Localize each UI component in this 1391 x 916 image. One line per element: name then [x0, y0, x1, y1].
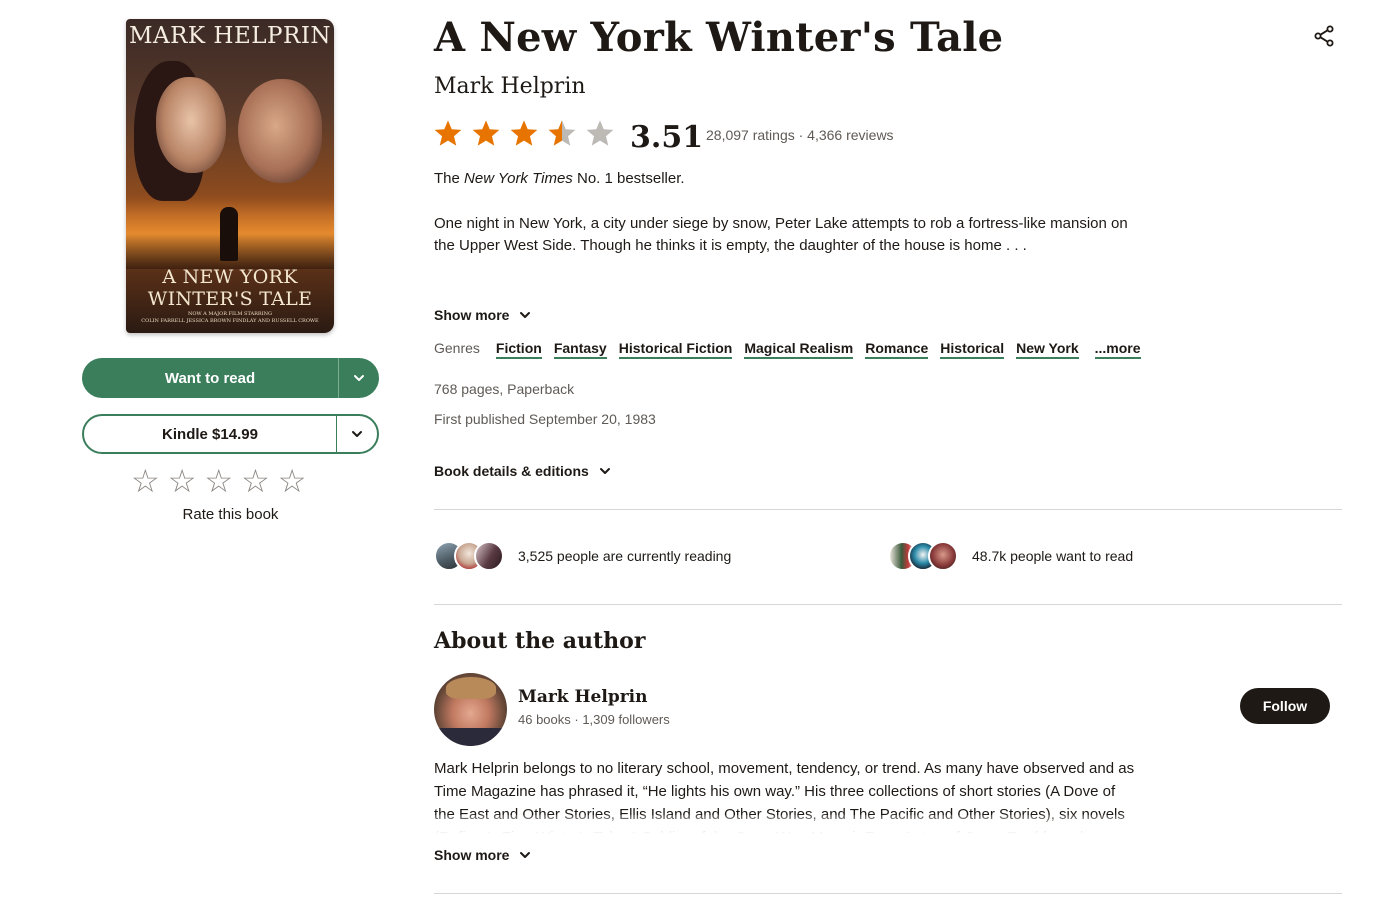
reader-avatars: [434, 541, 504, 571]
rate-this-book-stars: ☆ ☆ ☆ ☆ ☆: [131, 464, 306, 498]
author-avatar-hair: [446, 677, 496, 699]
rate-star-4[interactable]: ☆: [241, 464, 270, 498]
book-publication-date: First published September 20, 1983: [434, 411, 656, 427]
rate-star-3[interactable]: ☆: [204, 464, 233, 498]
section-divider: [434, 604, 1342, 605]
kindle-button-group: Kindle $14.99: [82, 414, 379, 454]
reader-avatars: [888, 541, 958, 571]
cover-small-text: NOW A MAJOR FILM STARRING COLIN FARRELL …: [126, 311, 334, 325]
about-author-stats: 46 books · 1,309 followers: [518, 712, 670, 727]
currently-reading-text: 3,525 people are currently reading: [518, 548, 732, 564]
chevron-down-icon: [354, 375, 364, 381]
star-icon: [472, 120, 500, 146]
half-star-icon: [548, 120, 576, 146]
average-rating-stars: [432, 116, 616, 150]
share-icon[interactable]: [1312, 24, 1336, 48]
book-author-link[interactable]: Mark Helprin: [434, 74, 586, 99]
want-to-read-button-group: Want to read: [82, 358, 379, 398]
cover-title-text: A NEW YORK WINTER'S TALE: [126, 266, 334, 310]
book-details-editions-button[interactable]: Book details & editions: [434, 463, 611, 479]
genre-link[interactable]: Romance: [865, 340, 929, 359]
empty-star-icon: [586, 120, 614, 146]
book-tagline: The New York Times No. 1 bestseller.: [434, 170, 685, 187]
rate-star-5[interactable]: ☆: [278, 464, 307, 498]
bio-fade-overlay: [434, 815, 1139, 837]
avatar: [928, 541, 958, 571]
cover-small-line2: COLIN FARRELL JESSICA BROWN FINDLAY AND …: [141, 318, 319, 324]
author-avatar[interactable]: [434, 673, 507, 746]
kindle-buy-button[interactable]: Kindle $14.99: [84, 416, 336, 452]
chevron-down-icon: [520, 312, 531, 318]
tagline-prefix: The: [434, 170, 465, 187]
genre-link[interactable]: Fiction: [495, 340, 542, 359]
book-cover[interactable]: MARK HELPRIN A NEW YORK WINTER'S TALE NO…: [126, 19, 334, 333]
genre-link[interactable]: Magical Realism: [744, 340, 854, 359]
chevron-down-icon: [520, 852, 531, 858]
author-bio-show-more-button[interactable]: Show more: [434, 847, 531, 863]
cover-title-line2: WINTER'S TALE: [147, 288, 313, 310]
cover-art-couple: [220, 207, 238, 261]
chevron-down-icon: [352, 431, 362, 437]
rate-star-2[interactable]: ☆: [168, 464, 197, 498]
cover-art-woman: [156, 77, 226, 173]
follow-author-button[interactable]: Follow: [1240, 688, 1330, 724]
star-icon: [510, 120, 538, 146]
show-more-label: Show more: [434, 307, 510, 323]
rate-this-book-label: Rate this book: [182, 506, 279, 523]
book-title: A New York Winter's Tale: [434, 14, 1004, 61]
cover-small-line1: NOW A MAJOR FILM STARRING: [187, 311, 273, 317]
genres-more-button[interactable]: ...more: [1094, 340, 1141, 359]
want-to-read-stat[interactable]: 48.7k people want to read: [888, 541, 1133, 571]
cover-title-line1: A NEW YORK: [162, 266, 298, 288]
ratings-reviews-count[interactable]: 28,097 ratings · 4,366 reviews: [706, 127, 894, 143]
avatar: [474, 541, 504, 571]
want-to-read-text: 48.7k people want to read: [972, 548, 1134, 564]
genre-link[interactable]: Historical: [940, 340, 1005, 359]
shelf-dropdown-button[interactable]: [339, 358, 379, 398]
currently-reading-stat[interactable]: 3,525 people are currently reading: [434, 541, 731, 571]
author-bio: Mark Helprin belongs to no literary scho…: [434, 757, 1139, 837]
tagline-suffix: No. 1 bestseller.: [572, 170, 685, 187]
book-description: One night in New York, a city under sieg…: [434, 215, 1128, 254]
chevron-down-icon: [599, 468, 610, 474]
section-divider: [434, 509, 1342, 510]
genre-link[interactable]: Historical Fiction: [618, 340, 733, 359]
about-author-name[interactable]: Mark Helprin: [518, 687, 647, 707]
book-pages-format: 768 pages, Paperback: [434, 381, 575, 397]
want-to-read-button[interactable]: Want to read: [82, 358, 338, 398]
author-avatar-shirt: [434, 728, 507, 746]
genres-list: Genres Fiction Fantasy Historical Fictio…: [434, 340, 1153, 359]
cover-author-text: MARK HELPRIN: [128, 23, 332, 49]
about-author-heading: About the author: [434, 628, 646, 654]
rate-star-1[interactable]: ☆: [131, 464, 160, 498]
genres-label: Genres: [434, 340, 480, 356]
section-divider: [434, 893, 1342, 894]
genre-link[interactable]: New York: [1016, 340, 1079, 359]
genre-link[interactable]: Fantasy: [553, 340, 607, 359]
star-icon: [434, 120, 462, 146]
tagline-publication: New York Times: [464, 170, 573, 187]
book-details-label: Book details & editions: [434, 463, 589, 479]
description-show-more-button[interactable]: Show more: [434, 307, 531, 323]
average-rating-value: 3.51: [630, 120, 704, 155]
show-more-label: Show more: [434, 847, 510, 863]
buy-options-dropdown-button[interactable]: [337, 416, 377, 452]
cover-art-man: [238, 79, 322, 183]
